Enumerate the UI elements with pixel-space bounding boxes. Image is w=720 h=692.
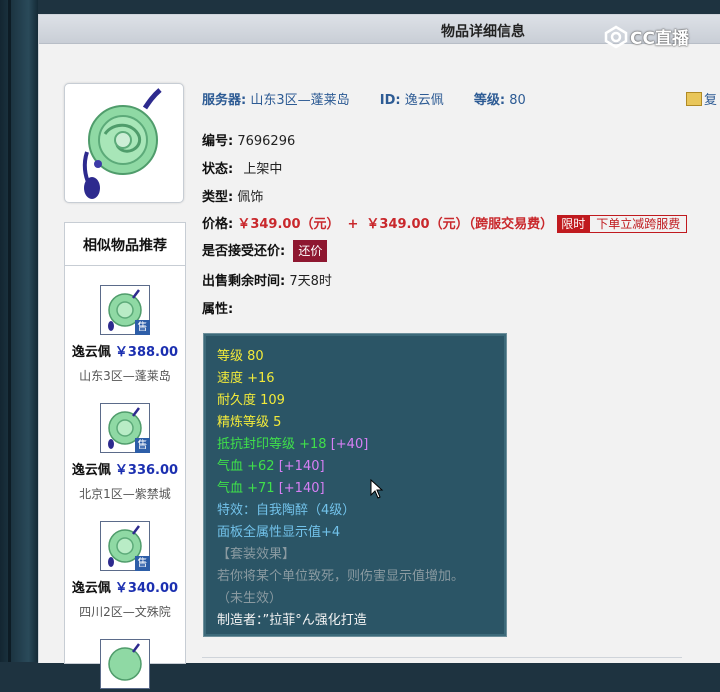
similar-item-server: 四川2区—文殊院	[79, 605, 171, 619]
similar-item-name[interactable]: 逸云佩	[72, 463, 111, 478]
server-label: 服务器:	[202, 93, 247, 108]
sale-badge: 售	[135, 556, 150, 571]
attr-hp-1: 气血 +62 [+140]	[217, 455, 325, 474]
attr-seal-text: 抵抗封印等级 +18	[217, 437, 327, 452]
attr-hp-2: 气血 +71 [+140]	[217, 477, 325, 496]
attr-level: 等级 80	[217, 349, 264, 364]
similar-item-thumb[interactable]: 售	[100, 285, 150, 335]
similar-item-thumb[interactable]: 售	[100, 521, 150, 571]
copy-label: 复	[704, 93, 718, 108]
attr-set-title: 【套装效果】	[217, 547, 296, 562]
server-info-line: 服务器: 山东3区—蓬莱岛 ID: 逸云佩 等级: 80	[202, 89, 526, 108]
attr-set-desc: 若你将某个单位致死，则伤害显示值增加。	[217, 569, 465, 584]
similar-item-name-price[interactable]: 逸云佩 ￥336.00	[65, 459, 185, 478]
similar-item-price: ￥388.00	[114, 345, 179, 360]
level-value: 80	[509, 93, 526, 108]
number-label: 编号:	[202, 134, 234, 149]
similar-items-title: 相似物品推荐	[65, 223, 185, 266]
server-value: 山东3区—蓬莱岛	[250, 93, 350, 108]
attr-panel-value: 面板全属性显示值+4	[217, 525, 341, 540]
watermark-text: CC直播	[630, 29, 689, 49]
watermark: CC直播	[604, 24, 689, 49]
similar-item-name-price[interactable]: 逸云佩 ￥388.00	[65, 341, 185, 360]
similar-item-thumb[interactable]: 售	[100, 403, 150, 453]
item-image	[64, 83, 184, 203]
attr-hp-2-extra: [+140]	[278, 481, 325, 496]
page-title: 物品详细信息	[441, 24, 525, 40]
type-label: 类型:	[202, 190, 234, 205]
remaining-row: 出售剩余时间: 7天8时	[202, 270, 332, 289]
similar-item-name[interactable]: 逸云佩	[72, 345, 111, 360]
limit-badge: 限时	[557, 215, 590, 233]
similar-item-thumb[interactable]	[100, 639, 150, 689]
bottom-divider	[202, 657, 682, 658]
price-plus: +	[347, 217, 359, 232]
similar-item-name-price[interactable]: 逸云佩 ￥340.00	[65, 577, 185, 596]
status-label: 状态:	[202, 162, 234, 177]
haggle-label: 是否接受还价:	[202, 244, 286, 259]
remaining-label: 出售剩余时间:	[202, 274, 286, 289]
left-frame	[0, 0, 38, 662]
attr-seal-extra: [+40]	[330, 437, 369, 452]
mouse-cursor-icon	[370, 479, 384, 499]
copy-link[interactable]: 复	[686, 89, 717, 108]
attr-durability: 耐久度 109	[217, 393, 285, 408]
attr-hp-2-text: 气血 +71	[217, 481, 275, 496]
jade-pendant-icon	[82, 88, 162, 199]
price-label: 价格:	[202, 217, 234, 232]
similar-item-price: ￥340.00	[114, 581, 179, 596]
status-row: 状态: 上架中	[202, 158, 282, 177]
similar-item-price: ￥336.00	[114, 463, 179, 478]
attr-set-state: （未生效）	[217, 591, 283, 606]
number-row: 编号: 7696296	[202, 130, 295, 149]
attr-special-effect: 特效：自我陶醉（4级）	[217, 503, 356, 518]
attr-hp-1-text: 气血 +62	[217, 459, 275, 474]
id-value: 逸云佩	[404, 93, 444, 108]
similar-items-panel: 相似物品推荐 售 逸云佩 ￥388.00 山东3区—蓬莱岛 售 逸云佩 ￥336…	[64, 222, 186, 689]
type-row: 类型: 佩饰	[202, 186, 263, 205]
attr-maker: 制造者：”拉菲°ん强化打造	[217, 613, 367, 628]
attr-speed: 速度 +16	[217, 371, 275, 386]
sale-badge: 售	[135, 438, 150, 453]
attributes-panel: 等级 80 速度 +16 耐久度 109 精炼等级 5 抵抗封印等级 +18 […	[203, 333, 507, 637]
similar-item-server: 山东3区—蓬莱岛	[79, 369, 171, 383]
number-value: 7696296	[237, 134, 296, 149]
attr-row: 属性:	[202, 298, 233, 317]
similar-item-name[interactable]: 逸云佩	[72, 581, 111, 596]
attr-hp-1-extra: [+140]	[278, 459, 325, 474]
status-value: 上架中	[243, 162, 283, 177]
limit-promo-text: 下单立减跨服费	[589, 215, 688, 233]
copy-icon	[686, 92, 702, 106]
cc-logo-icon	[604, 25, 628, 49]
price-total: ￥349.00（元）（跨服交易费）	[366, 217, 554, 232]
remaining-value: 7天8时	[289, 274, 332, 289]
attr-label: 属性:	[202, 302, 234, 317]
frame-stripe	[8, 0, 11, 662]
haggle-button[interactable]: 还价	[293, 240, 328, 262]
similar-item-server: 北京1区—紫禁城	[79, 487, 171, 501]
attr-seal-resist: 抵抗封印等级 +18 [+40]	[217, 433, 368, 452]
price-value: ￥349.00（元）	[237, 217, 340, 232]
price-row: 价格: ￥349.00（元） + ￥349.00（元）（跨服交易费） 限时 下单立减跨…	[202, 213, 688, 233]
jade-pendant-icon	[108, 643, 142, 681]
sale-badge: 售	[135, 320, 150, 335]
haggle-row: 是否接受还价: 还价	[202, 240, 328, 262]
type-value: 佩饰	[237, 190, 264, 205]
attr-refine: 精炼等级 5	[217, 415, 282, 430]
level-label: 等级:	[473, 93, 506, 108]
id-label: ID:	[379, 93, 401, 108]
